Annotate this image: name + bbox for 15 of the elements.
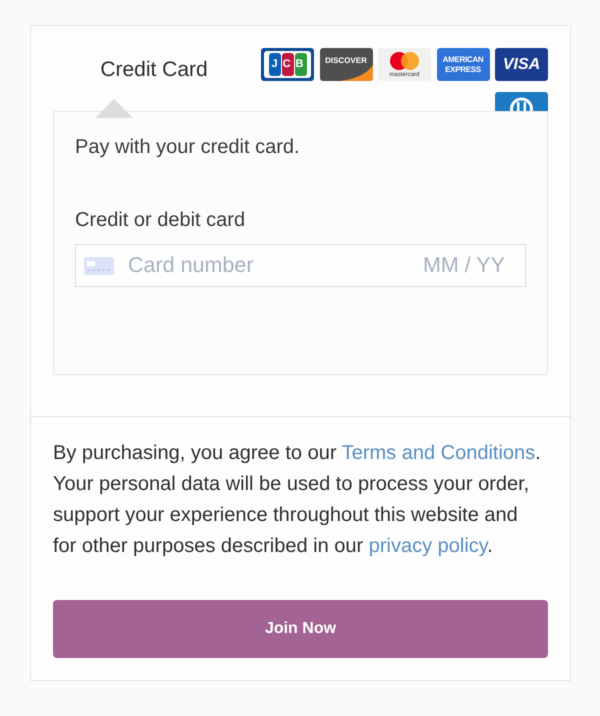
- card-brand-logo: DISCOVER: [320, 48, 372, 81]
- field-label: Credit or debit card: [75, 208, 246, 233]
- intro-text: Pay with your credit card.: [75, 135, 301, 160]
- submit-button[interactable]: Join Now: [53, 600, 548, 658]
- card-brand-logo: AMERICAN EXPRESS: [436, 48, 490, 81]
- inline-link[interactable]: Terms and Conditions: [342, 442, 536, 464]
- card-number-input[interactable]: Card number: [128, 249, 358, 282]
- expiry-input[interactable]: MM / YY: [410, 249, 505, 282]
- card-details-field[interactable]: Card number MM / YY: [75, 244, 526, 287]
- inline-link[interactable]: privacy policy: [368, 535, 488, 557]
- card-brand-logo: JCB: [261, 48, 314, 81]
- card-icon: [84, 256, 114, 274]
- payment-tab[interactable]: Credit Card: [53, 56, 255, 118]
- terms-text: By purchasing, you agree to our Terms and Conditions. Your personal data will be used to process your order, support your experience throughout this website and for other purposes described in our privacy policy.: [53, 441, 542, 559]
- card-brand-logo: VISA: [495, 48, 548, 81]
